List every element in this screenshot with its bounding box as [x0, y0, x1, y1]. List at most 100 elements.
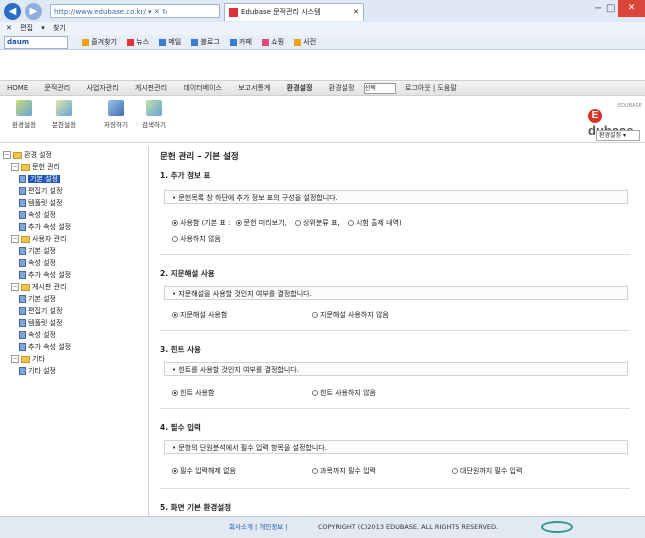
browser-tab[interactable]: Edubase 문적관리 시스템 ✕: [224, 3, 364, 21]
collapse-icon[interactable]: −: [3, 151, 11, 159]
collapse-icon[interactable]: −: [11, 283, 19, 291]
news-icon: [127, 38, 135, 46]
tree-item[interactable]: 기본 설정: [19, 174, 60, 184]
tree-item-label: 환경 설정: [24, 151, 52, 159]
tree-item[interactable]: 편집기 설정: [19, 186, 62, 196]
settings-select[interactable]: 환경설정 ▾: [596, 130, 640, 141]
menu-item[interactable]: ✕: [6, 24, 12, 32]
tree-item[interactable]: 템플릿 설정: [19, 318, 62, 328]
collapse-icon[interactable]: −: [11, 235, 19, 243]
section-description: • 힌트를 사용할 것인지 여부를 결정합니다.: [164, 362, 628, 376]
tree-item-label: 기타 설정: [28, 367, 56, 375]
nav-item-settings[interactable]: 환경설정: [280, 81, 320, 95]
radio-option[interactable]: 지문해설 사용하지 않음: [312, 310, 389, 320]
radio-icon: [172, 236, 178, 242]
tree-item[interactable]: − 게시판 관리: [11, 282, 66, 292]
radio-option[interactable]: 대단원까지 필수 입력: [452, 466, 522, 476]
radio-option[interactable]: 문헌 미리보기,: [235, 219, 287, 227]
collapse-icon[interactable]: −: [11, 163, 19, 171]
tab-close-icon[interactable]: ✕: [353, 4, 359, 21]
minimize-icon[interactable]: −: [594, 3, 602, 14]
window-close-button[interactable]: ✕: [618, 0, 645, 17]
tree-item[interactable]: − 환경 설정: [3, 150, 52, 160]
nav-item-home[interactable]: HOME: [0, 81, 35, 95]
collapse-icon[interactable]: −: [11, 355, 19, 363]
radio-option[interactable]: 힌트 사용함: [172, 389, 214, 397]
page-icon: [19, 211, 26, 219]
radio-option[interactable]: 시험 출제 내역): [347, 219, 402, 227]
page-icon: [19, 199, 26, 207]
tool-settings-button[interactable]: 환경설정: [4, 100, 44, 129]
tool-save-button[interactable]: 저장하기: [96, 100, 136, 129]
bookmark-item[interactable]: 카페: [230, 35, 252, 49]
page-icon: [19, 247, 26, 255]
tree-item[interactable]: 속성 설정: [19, 210, 56, 220]
tree-item[interactable]: − 기타: [11, 354, 45, 364]
radio-option[interactable]: 사용하지 않음: [172, 235, 221, 243]
footer-links[interactable]: 회사소개 | 개인정보 |: [229, 517, 287, 538]
maximize-icon[interactable]: □: [606, 3, 615, 14]
search-input[interactable]: daum: [4, 36, 68, 49]
tree-item[interactable]: 기본 설정: [19, 294, 56, 304]
radio-icon: [172, 468, 178, 474]
nav-select[interactable]: 선택: [363, 82, 396, 94]
tree-item-label: 추가 속성 설정: [28, 271, 72, 279]
tree-item[interactable]: 기본 설정: [19, 246, 56, 256]
radio-option[interactable]: 사용함 (기본 표 :: [172, 219, 230, 227]
radio-icon: [347, 220, 354, 226]
radio-icon: [235, 220, 242, 226]
nav-item-documents[interactable]: 문적관리: [37, 81, 77, 95]
radio-option[interactable]: 필수 입력해제 없음: [172, 467, 236, 475]
option-row: 필수 입력해제 없음 과목까지 필수 입력 대단원까지 필수 입력: [172, 466, 522, 476]
nav-item-operators[interactable]: 사업자관리: [79, 81, 125, 95]
tree-item[interactable]: 편집기 설정: [19, 306, 62, 316]
option-row: 힌트 사용함 힌트 사용하지 않음: [172, 388, 376, 398]
menu-item[interactable]: 찾기: [53, 24, 66, 32]
page-title: 문헌 관리 – 기본 설정: [160, 152, 239, 162]
section-description: • 지문해설을 사용할 것인지 여부를 결정합니다.: [164, 286, 628, 300]
settings-tree: − 환경 설정 − 문헌 관리 기본 설정 편집기 설정 템플릿 설정 속성 설정 추가 속성 …: [0, 146, 149, 516]
nav-item-board[interactable]: 게시판관리: [128, 81, 174, 95]
bookmark-item[interactable]: 블로그: [191, 35, 220, 49]
menu-item[interactable]: 편집: [20, 24, 33, 32]
section-title: 3. 힌트 사용: [160, 345, 201, 354]
nav-item-reports[interactable]: 보고서통계: [231, 81, 277, 95]
browser-titlebar: ◀ ▶ http://www.edubase.co.kr/ ▾ ✕ ↻ Edub…: [0, 0, 645, 22]
bookmark-item[interactable]: 즐겨찾기: [82, 35, 117, 49]
tree-item[interactable]: 기타 설정: [19, 366, 56, 376]
tree-item[interactable]: − 문헌 관리: [11, 162, 60, 172]
tree-item-label: 기타: [32, 355, 45, 363]
tree-item[interactable]: 속성 설정: [19, 330, 56, 340]
bookmark-item[interactable]: 메일: [159, 35, 181, 49]
bookmark-item[interactable]: 뉴스: [127, 35, 149, 49]
nav-item-database[interactable]: 데이터베이스: [176, 81, 229, 95]
bookmark-item[interactable]: 쇼핑: [262, 35, 284, 49]
tree-item[interactable]: 속성 설정: [19, 258, 56, 268]
radio-option[interactable]: 힌트 사용하지 않음: [312, 388, 376, 398]
favicon-icon: [229, 7, 238, 17]
address-bar[interactable]: http://www.edubase.co.kr/ ▾ ✕ ↻: [50, 4, 220, 18]
radio-option[interactable]: 과목까지 필수 입력: [312, 466, 376, 476]
main-content: 문헌 관리 – 기본 설정 1. 추가 정보 표 • 문헌목록 창 하단에 추가…: [160, 146, 638, 516]
radio-option[interactable]: 지문해설 사용함: [172, 311, 227, 319]
radio-icon: [172, 312, 178, 318]
logout-link[interactable]: 로그아웃 | 도움말: [398, 81, 464, 95]
section-title: 4. 필수 입력: [160, 423, 201, 432]
back-button[interactable]: ◀: [4, 3, 21, 20]
tree-item[interactable]: 템플릿 설정: [19, 198, 62, 208]
tree-item[interactable]: 추가 속성 설정: [19, 342, 71, 352]
section-divider: [160, 408, 630, 409]
bookmark-item[interactable]: 사전: [294, 35, 316, 49]
tool-book-settings-button[interactable]: 문헌설정: [44, 100, 84, 129]
tree-item[interactable]: − 사용자 관리: [11, 234, 66, 244]
forward-button[interactable]: ▶: [25, 3, 42, 20]
tool-search-button[interactable]: 검색하기: [134, 100, 174, 129]
radio-option[interactable]: 상위분류 표,: [294, 219, 340, 227]
tree-item-label: 편집기 설정: [28, 187, 63, 195]
menu-item[interactable]: ▾: [41, 24, 45, 32]
tree-item[interactable]: 추가 속성 설정: [19, 270, 71, 280]
section-divider: [160, 330, 630, 331]
tree-item-label: 추가 속성 설정: [28, 343, 72, 351]
menu-row: ✕ 편집 ▾ 찾기: [0, 22, 645, 35]
tree-item[interactable]: 추가 속성 설정: [19, 222, 71, 232]
